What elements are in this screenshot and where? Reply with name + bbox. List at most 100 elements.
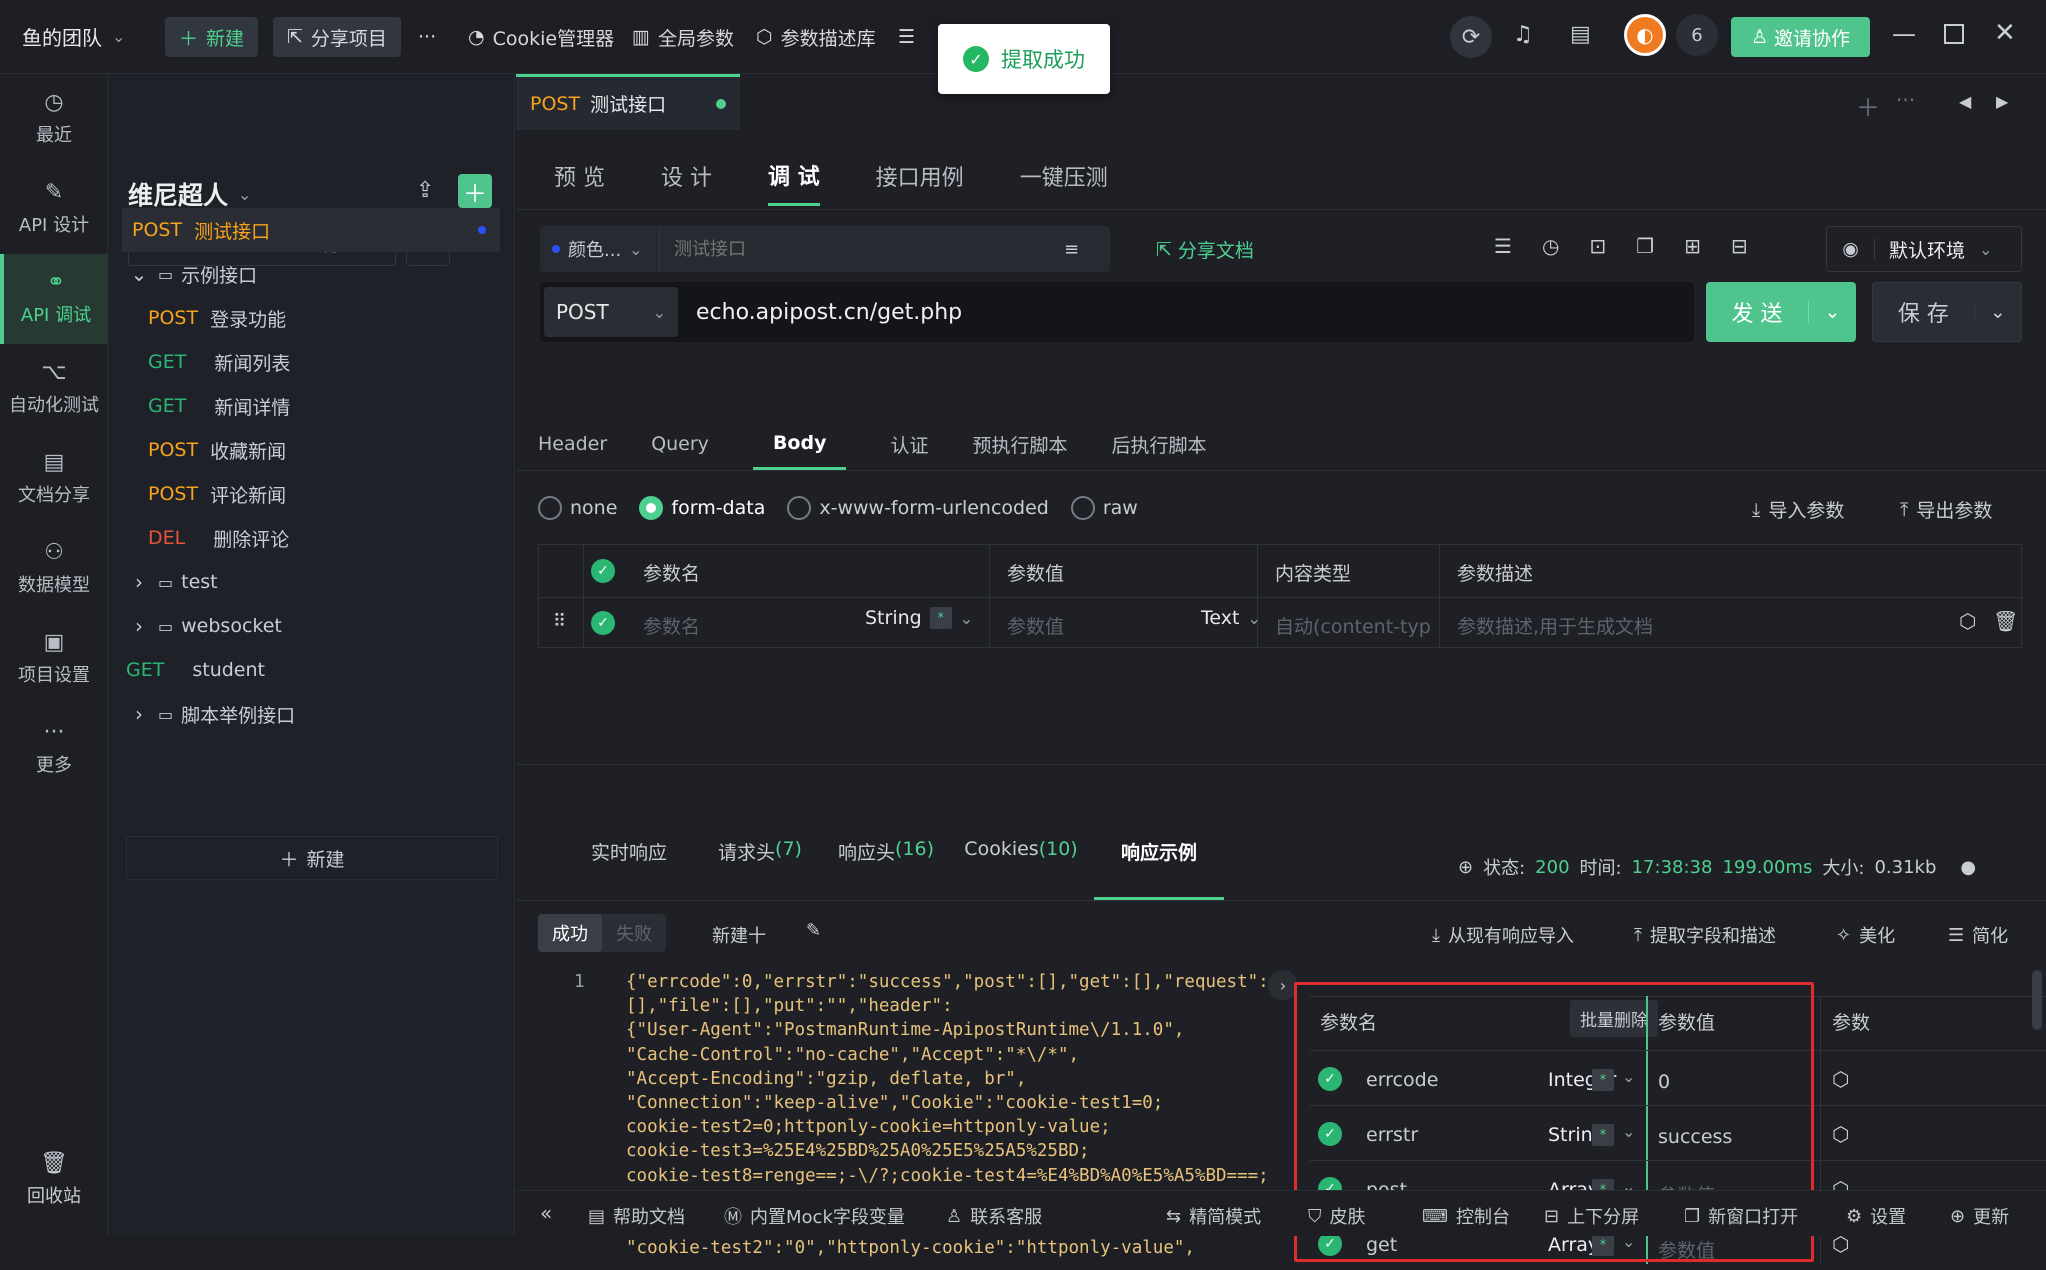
- body-type-2[interactable]: x-www-form-urlencoded: [787, 496, 1049, 520]
- export-params-button[interactable]: ⤒ 导出参数: [1900, 496, 1992, 523]
- radio-icon[interactable]: [639, 496, 664, 520]
- select-all-checkbox[interactable]: ✓: [591, 559, 615, 583]
- tree-api-item[interactable]: GET student: [126, 648, 496, 692]
- required-star[interactable]: *: [929, 607, 952, 629]
- settings-button[interactable]: ⚙ 设置: [1846, 1203, 1906, 1229]
- new-window-button[interactable]: ❐ 新窗口打开: [1684, 1203, 1798, 1229]
- subtab-1[interactable]: 设 计: [661, 146, 712, 206]
- nav-item-0[interactable]: ◷ 最近: [0, 74, 108, 164]
- compact-mode-button[interactable]: ⇆ 精简模式: [1166, 1203, 1261, 1229]
- extract-field-value[interactable]: success: [1658, 1126, 1732, 1148]
- extract-field-value[interactable]: 0: [1658, 1071, 1670, 1093]
- content-type-input[interactable]: 自动(content-typ: [1275, 612, 1431, 639]
- drag-handle-icon[interactable]: ⠿: [553, 611, 566, 632]
- nav-item-6[interactable]: ▣ 项目设置: [0, 614, 108, 704]
- save-button[interactable]: 保 存 ⌄: [1872, 282, 2022, 342]
- invite-button[interactable]: ♙ 邀请协作: [1731, 17, 1871, 57]
- more-menu-button[interactable]: ···: [404, 17, 450, 57]
- subtab-4[interactable]: 一键压测: [1020, 146, 1108, 206]
- chevron-right-icon[interactable]: ›: [126, 570, 152, 594]
- required-star[interactable]: *: [1592, 1124, 1614, 1146]
- radio-icon[interactable]: [1070, 496, 1095, 520]
- response-tab-3[interactable]: Cookies (10): [948, 838, 1094, 900]
- tree-folder[interactable]: › ▭ 脚本举例接口: [126, 692, 496, 736]
- example-new-button[interactable]: 新建十: [712, 922, 766, 948]
- tree-api-item[interactable]: POST 评论新闻: [126, 472, 496, 516]
- global-params-button[interactable]: ▥ 全局参数: [618, 17, 748, 57]
- collapse-sidebar-icon[interactable]: «: [540, 1201, 552, 1225]
- scrollbar[interactable]: [2032, 970, 2042, 1030]
- env-selector[interactable]: ◉ 默认环境 ⌄: [1826, 226, 2022, 272]
- new-button[interactable]: ＋ 新建: [165, 17, 259, 57]
- edit-desc-icon[interactable]: ≡: [1064, 239, 1079, 260]
- history-icon[interactable]: ◷: [1542, 234, 1559, 258]
- radio-icon[interactable]: [538, 496, 562, 520]
- update-button[interactable]: ⊕ 更新: [1950, 1203, 2009, 1229]
- avatar[interactable]: ◐: [1624, 14, 1666, 56]
- tree-folder[interactable]: › ▭ websocket: [126, 604, 496, 648]
- response-tab-4[interactable]: 响应示例: [1094, 838, 1224, 900]
- param-desc-input[interactable]: 参数描述,用于生成文档: [1457, 612, 1653, 639]
- tree-folder[interactable]: › ▭ test: [126, 560, 496, 604]
- delete-icon[interactable]: 🗑: [1993, 609, 2018, 633]
- nav-item-2[interactable]: ⚭ API 调试: [0, 254, 108, 344]
- param-type-select[interactable]: String * ⌄: [865, 607, 973, 629]
- chevron-down-icon[interactable]: ⌄: [1622, 1122, 1635, 1141]
- maximize-icon[interactable]: [1944, 24, 1964, 44]
- tab-prev-icon[interactable]: ◀: [1959, 92, 1971, 111]
- chevron-down-icon[interactable]: ⌄: [126, 262, 152, 286]
- lock-icon[interactable]: ⊡: [1589, 234, 1606, 258]
- nav-item-5[interactable]: ⚇ 数据模型: [0, 524, 108, 614]
- extract-fields-button[interactable]: ⤒ 提取字段和描述: [1634, 922, 1776, 948]
- open-tab[interactable]: POST 测试接口: [516, 74, 740, 130]
- skin-button[interactable]: ⛉ 皮肤: [1308, 1203, 1366, 1229]
- tree-api-item[interactable]: DEL 删除评论: [126, 516, 496, 560]
- url-input[interactable]: echo.apipost.cn/get.php: [696, 300, 962, 325]
- console-button[interactable]: ⌨ 控制台: [1422, 1203, 1510, 1229]
- team-selector[interactable]: 鱼的团队 ⌄: [22, 22, 125, 51]
- example-fail-tab[interactable]: 失败: [602, 920, 666, 946]
- cube-icon[interactable]: ⬡: [1959, 609, 1976, 633]
- color-selector[interactable]: 颜色... ⌄: [540, 226, 660, 272]
- request-tab-5[interactable]: 后执行脚本: [1112, 418, 1207, 470]
- request-tab-4[interactable]: 预执行脚本: [972, 418, 1067, 470]
- row-checkbox[interactable]: ✓: [1318, 1067, 1342, 1091]
- response-tab-2[interactable]: 响应头 (16): [824, 838, 948, 900]
- example-success-tab[interactable]: 成功: [538, 914, 602, 952]
- param-value-input[interactable]: 参数值: [1007, 612, 1064, 639]
- extract-field-name[interactable]: errcode: [1366, 1069, 1438, 1091]
- radio-icon[interactable]: [787, 496, 812, 520]
- import-params-button[interactable]: ⤓ 导入参数: [1752, 496, 1844, 523]
- batch-delete-button[interactable]: 批量删除: [1570, 1000, 1658, 1037]
- param-name-input[interactable]: 参数名: [643, 612, 700, 639]
- tree-api-item[interactable]: POST 登录功能: [126, 296, 496, 340]
- extract-field-value[interactable]: 参数值: [1658, 1236, 1715, 1263]
- content-mode-select[interactable]: Text ⌄: [1201, 607, 1261, 629]
- body-type-3[interactable]: raw: [1070, 496, 1138, 520]
- request-tab-1[interactable]: Query: [651, 418, 709, 470]
- notes-icon[interactable]: ▤: [1570, 22, 1591, 47]
- snapshot-icon[interactable]: ⊟: [1731, 234, 1748, 258]
- cube-icon[interactable]: ⬡: [1832, 1122, 1849, 1146]
- tree-api-item[interactable]: GET 新闻列表: [126, 340, 496, 384]
- required-star[interactable]: *: [1592, 1234, 1614, 1256]
- tree-api-item[interactable]: POST 测试接口: [122, 208, 500, 252]
- split-button[interactable]: ⊟ 上下分屏: [1544, 1203, 1639, 1229]
- subtab-0[interactable]: 预 览: [554, 146, 605, 206]
- body-type-1[interactable]: form-data: [639, 496, 765, 520]
- chevron-right-icon[interactable]: ›: [126, 702, 152, 726]
- cube-icon[interactable]: ⬡: [1832, 1067, 1849, 1091]
- subtab-2[interactable]: 调 试: [768, 146, 820, 206]
- recycle-bin[interactable]: 🗑 回收站: [0, 1152, 108, 1208]
- response-tab-0[interactable]: 实时响应: [562, 838, 696, 900]
- download-circle-icon[interactable]: ●: [1960, 857, 1976, 878]
- api-name-input[interactable]: [674, 238, 1064, 260]
- sync-icon[interactable]: ⟳: [1450, 16, 1492, 58]
- body-type-0[interactable]: none: [538, 496, 617, 520]
- method-select[interactable]: POST ⌄: [544, 287, 678, 337]
- share-project-button[interactable]: ⇱ 分享项目: [273, 17, 401, 57]
- tree-api-item[interactable]: GET 新闻详情: [126, 384, 496, 428]
- chevron-down-icon[interactable]: ⌄: [1808, 301, 1856, 323]
- cookie-manager-button[interactable]: ◔ Cookie管理器: [454, 17, 628, 57]
- outline-button[interactable]: ☰: [884, 17, 929, 57]
